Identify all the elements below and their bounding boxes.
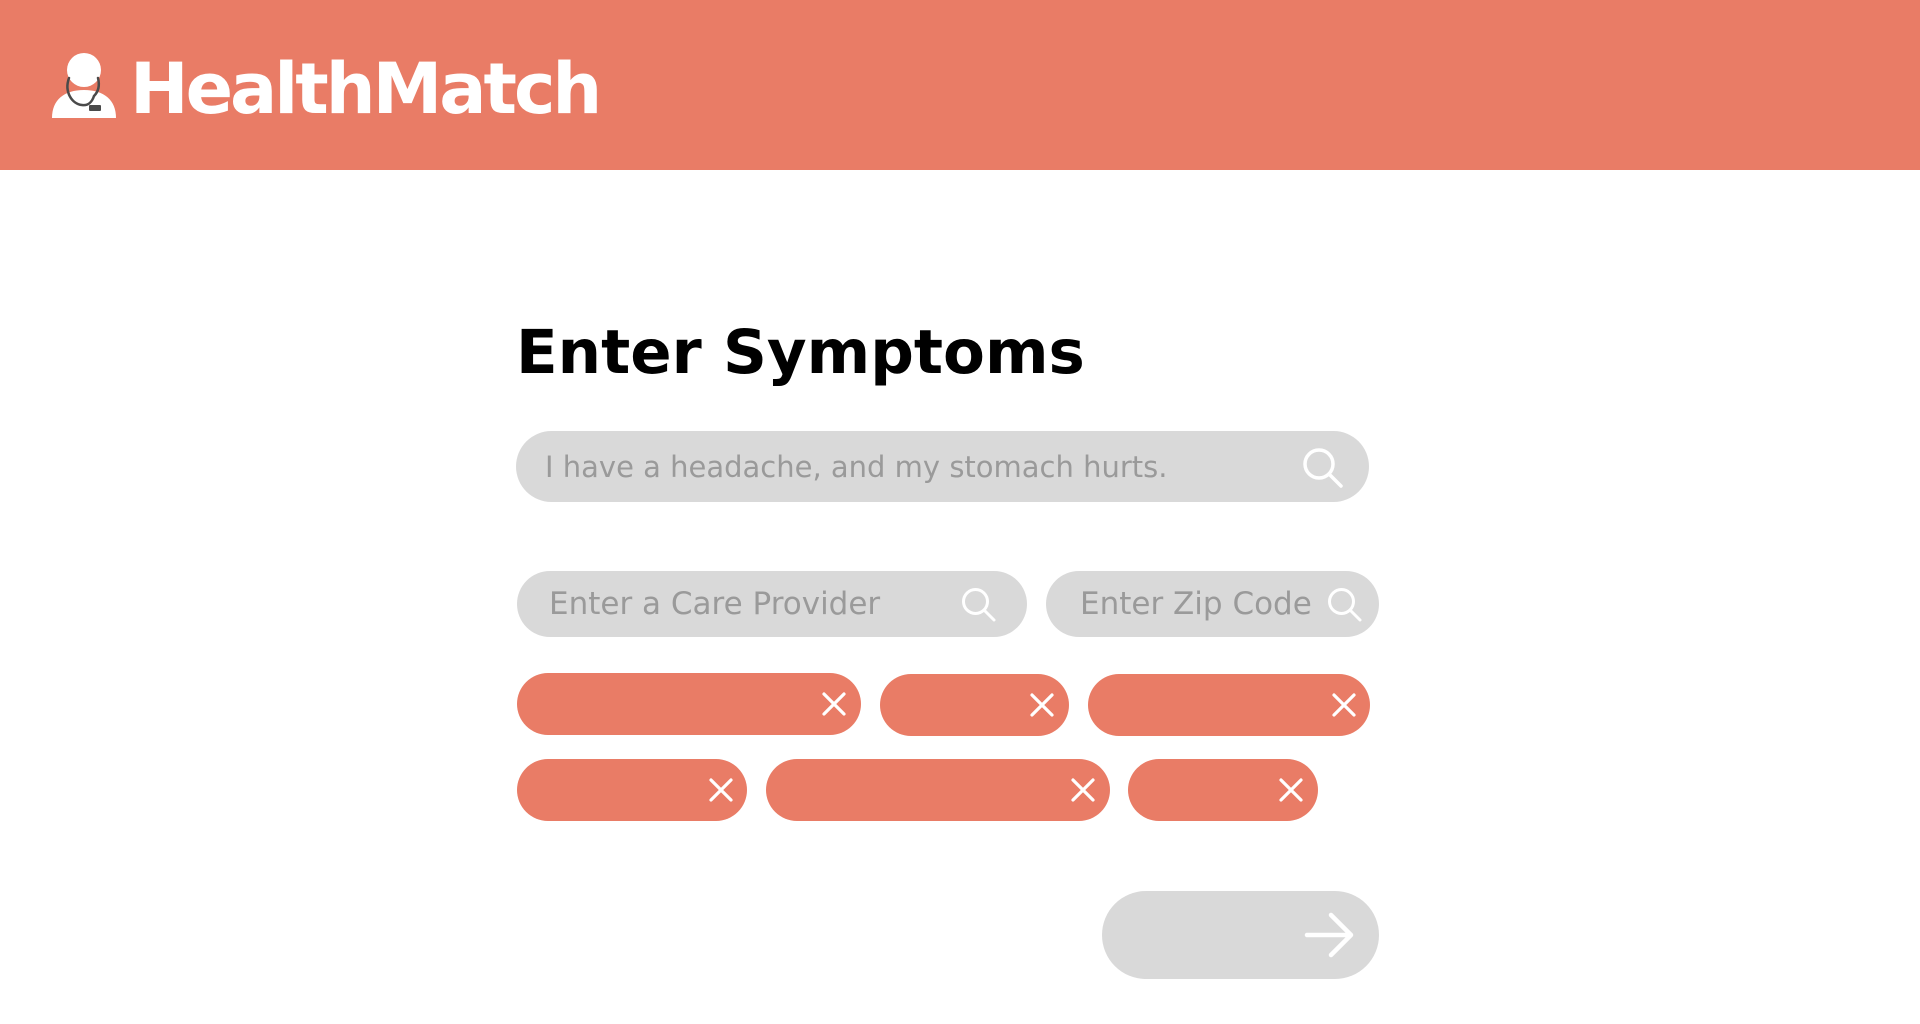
app-header: HealthMatch [0, 0, 1920, 170]
symptom-chip [517, 673, 861, 735]
doctor-stethoscope-icon [50, 50, 118, 118]
close-icon[interactable] [1330, 691, 1358, 719]
zip-code-search-field [1046, 571, 1379, 637]
close-icon[interactable] [1069, 776, 1097, 804]
symptom-input[interactable] [545, 431, 1285, 502]
symptom-chip [1088, 674, 1370, 736]
symptom-chip [517, 759, 747, 821]
arrow-right-icon [1304, 912, 1354, 958]
next-button[interactable] [1102, 891, 1379, 979]
search-icon[interactable] [1302, 447, 1344, 489]
app-logo-text: HealthMatch [130, 48, 602, 130]
close-icon[interactable] [820, 690, 848, 718]
close-icon[interactable] [1028, 691, 1056, 719]
search-icon[interactable] [961, 587, 997, 623]
symptom-chip [880, 674, 1069, 736]
symptom-chip [1128, 759, 1318, 821]
symptom-chip [766, 759, 1110, 821]
zip-code-input[interactable] [1080, 571, 1320, 637]
symptom-search-field [516, 431, 1369, 502]
care-provider-search-field [517, 571, 1027, 637]
page-title: Enter Symptoms [516, 317, 1085, 388]
close-icon[interactable] [1277, 776, 1305, 804]
care-provider-input[interactable] [549, 571, 949, 637]
search-icon[interactable] [1327, 587, 1363, 623]
close-icon[interactable] [707, 776, 735, 804]
